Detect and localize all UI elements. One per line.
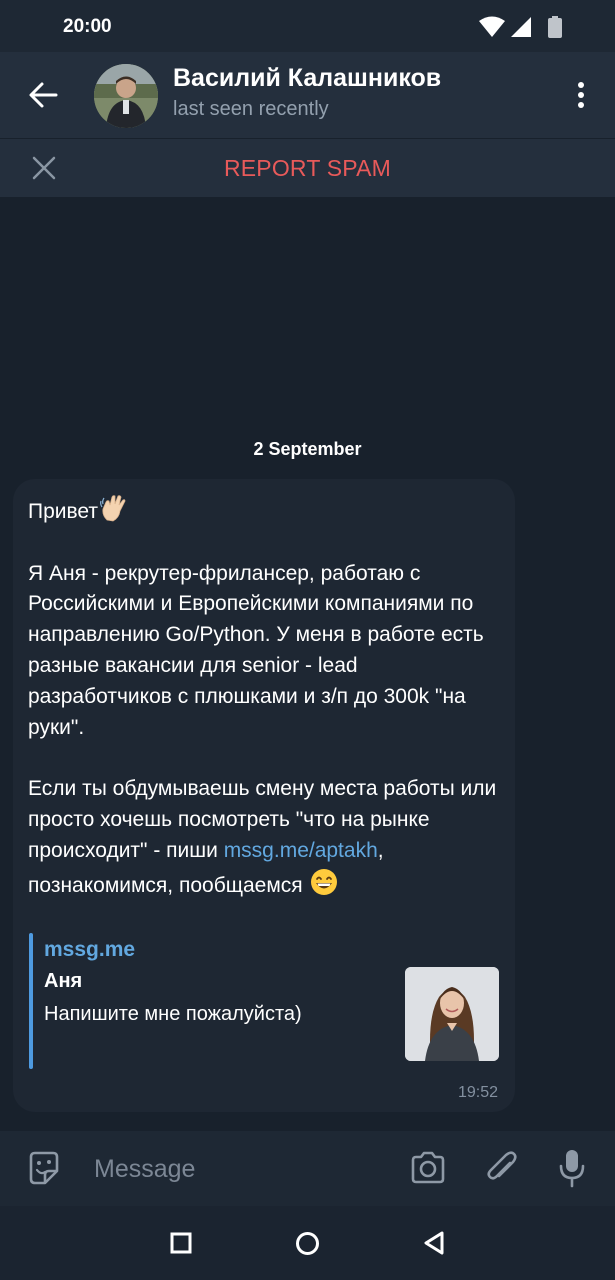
waving-hand-emoji xyxy=(100,495,126,522)
message-paragraph-intro: Я Аня - рекрутер-фрилансер, работаю с Ро… xyxy=(28,561,484,739)
system-nav-bar xyxy=(0,1206,615,1280)
attach-icon[interactable] xyxy=(484,1149,520,1187)
back-arrow-icon[interactable] xyxy=(28,81,58,109)
link-preview-thumbnail[interactable] xyxy=(405,967,499,1061)
link-preview-accent xyxy=(29,933,33,1069)
message-link[interactable]: mssg.me/aptakh xyxy=(224,839,378,862)
cellular-signal-icon xyxy=(511,17,531,37)
chat-header: Василий Калашников last seen recently xyxy=(0,52,615,138)
message-bubble[interactable]: Привет Я Аня - рекрутер-фрилансер, работ… xyxy=(13,479,515,1112)
contact-last-seen: last seen recently xyxy=(173,98,329,120)
home-icon[interactable] xyxy=(295,1231,320,1256)
wifi-icon: + xyxy=(479,16,505,40)
message-input[interactable] xyxy=(94,1149,384,1189)
message-text: Привет Я Аня - рекрутер-фрилансер, работ… xyxy=(28,493,506,901)
status-bar: 20:00 + xyxy=(0,0,615,52)
link-preview[interactable]: mssg.me Аня Напишите мне пожалуйста) xyxy=(29,933,501,1069)
grinning-face-emoji xyxy=(310,868,337,895)
camera-icon[interactable] xyxy=(409,1150,447,1186)
status-time: 20:00 xyxy=(63,16,112,37)
message-greeting: Привет xyxy=(28,500,99,523)
sticker-icon[interactable] xyxy=(25,1149,63,1187)
contact-name[interactable]: Василий Калашников xyxy=(173,64,441,93)
status-icons: + xyxy=(479,16,562,40)
link-preview-description: Напишите мне пожалуйста) xyxy=(44,1003,302,1025)
more-vertical-icon[interactable] xyxy=(573,80,589,110)
message-time: 19:52 xyxy=(457,1084,498,1101)
microphone-icon[interactable] xyxy=(558,1148,586,1188)
report-spam-button[interactable]: REPORT SPAM xyxy=(0,155,615,182)
link-preview-title: Аня xyxy=(44,970,83,992)
back-icon[interactable] xyxy=(422,1230,446,1256)
message-input-bar xyxy=(0,1131,615,1206)
contact-avatar[interactable] xyxy=(94,64,158,128)
recents-icon[interactable] xyxy=(170,1232,192,1254)
date-separator: 2 September xyxy=(253,439,362,459)
report-spam-bar: REPORT SPAM xyxy=(0,139,615,197)
svg-text:+: + xyxy=(497,31,502,40)
link-preview-site: mssg.me xyxy=(44,938,136,961)
battery-icon xyxy=(548,16,562,38)
